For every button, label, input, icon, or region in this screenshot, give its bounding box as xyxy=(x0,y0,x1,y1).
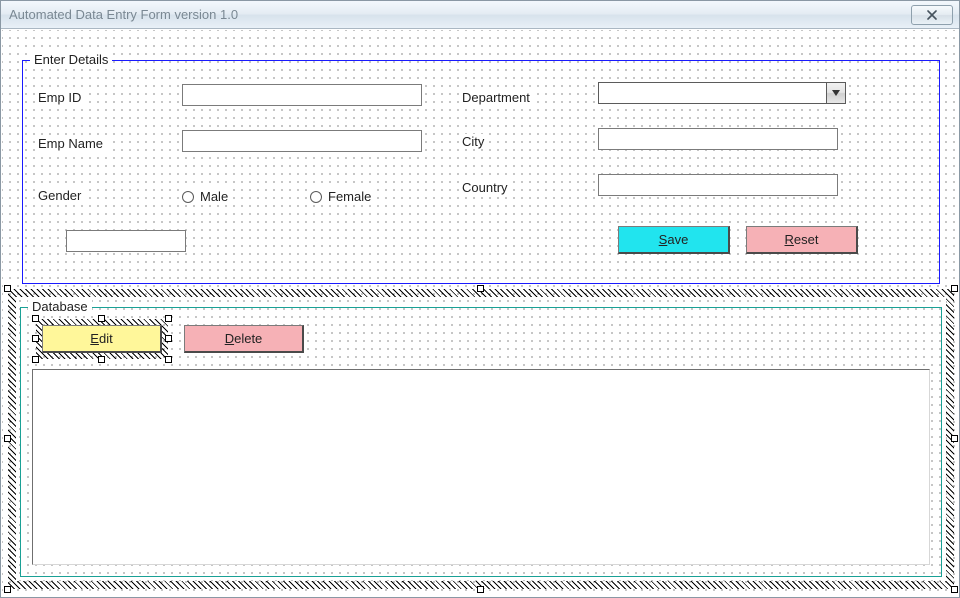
radio-female-label: Female xyxy=(328,189,371,204)
selection-handle[interactable] xyxy=(477,285,484,292)
window-title: Automated Data Entry Form version 1.0 xyxy=(9,7,238,22)
edit-button-label: Edit xyxy=(90,331,112,346)
title-bar: Automated Data Entry Form version 1.0 xyxy=(1,1,959,29)
selection-handle[interactable] xyxy=(98,356,105,363)
selection-handle[interactable] xyxy=(165,335,172,342)
selection-handle[interactable] xyxy=(32,335,39,342)
label-country: Country xyxy=(462,180,512,195)
emp-id-input[interactable] xyxy=(182,84,422,106)
emp-name-input[interactable] xyxy=(182,130,422,152)
selection-handle[interactable] xyxy=(165,356,172,363)
label-emp-name: Emp Name xyxy=(38,136,107,151)
selection-handle[interactable] xyxy=(477,586,484,593)
reset-button[interactable]: Reset xyxy=(746,226,858,254)
window-frame: Automated Data Entry Form version 1.0 En… xyxy=(0,0,960,598)
label-department: Department xyxy=(462,90,534,105)
edit-button-selection: Edit xyxy=(36,319,168,359)
extra-input[interactable] xyxy=(66,230,186,252)
delete-button-label: Delete xyxy=(225,331,263,346)
close-button[interactable] xyxy=(911,5,953,25)
database-group-inner: Database Edit xyxy=(16,297,946,581)
selection-handle[interactable] xyxy=(951,586,958,593)
selection-handle[interactable] xyxy=(951,285,958,292)
radio-female[interactable]: Female xyxy=(310,188,375,205)
label-emp-id: Emp ID xyxy=(38,90,85,105)
database-group-selection: Database Edit xyxy=(8,289,954,589)
reset-button-label: Reset xyxy=(785,232,819,247)
selection-handle[interactable] xyxy=(951,435,958,442)
selection-handle[interactable] xyxy=(4,586,11,593)
selection-handle[interactable] xyxy=(165,315,172,322)
selection-handle[interactable] xyxy=(4,435,11,442)
database-listbox[interactable] xyxy=(32,369,930,565)
department-combo[interactable] xyxy=(598,82,846,104)
selection-handle[interactable] xyxy=(4,285,11,292)
chevron-down-icon xyxy=(832,90,840,96)
save-button-label: Save xyxy=(659,232,689,247)
department-combo-text xyxy=(599,83,826,103)
edit-button[interactable]: Edit xyxy=(42,325,162,353)
radio-male-label: Male xyxy=(200,189,228,204)
radio-dot-icon xyxy=(182,191,194,203)
group-enter-details: Enter Details Emp ID Emp Name Gender Mal… xyxy=(22,54,940,284)
group-enter-details-legend: Enter Details xyxy=(30,52,112,67)
edit-button-surface: Edit xyxy=(42,325,162,353)
group-database-legend: Database xyxy=(28,299,92,314)
save-button[interactable]: Save xyxy=(618,226,730,254)
selection-handle[interactable] xyxy=(98,315,105,322)
label-city: City xyxy=(462,134,488,149)
close-icon xyxy=(925,10,939,20)
country-input[interactable] xyxy=(598,174,838,196)
label-gender: Gender xyxy=(38,188,85,203)
combo-dropdown-button[interactable] xyxy=(826,83,845,103)
group-database: Database Edit xyxy=(20,301,942,577)
radio-dot-icon xyxy=(310,191,322,203)
radio-male[interactable]: Male xyxy=(182,188,232,205)
selection-handle[interactable] xyxy=(32,356,39,363)
city-input[interactable] xyxy=(598,128,838,150)
selection-handle[interactable] xyxy=(32,315,39,322)
form-design-surface: Enter Details Emp ID Emp Name Gender Mal… xyxy=(2,30,958,596)
delete-button[interactable]: Delete xyxy=(184,325,304,353)
